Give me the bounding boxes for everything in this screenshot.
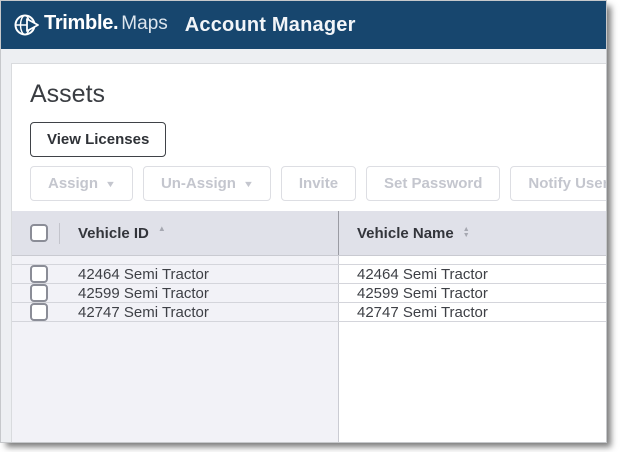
toolbar-button[interactable]: Assign ▼ [30, 166, 133, 201]
column-header-vehicle-name[interactable]: Vehicle Name ▲ ▼ [339, 211, 606, 255]
brand-logo[interactable]: Trimble. Maps [13, 12, 168, 38]
table-row: 42464 Semi Tractor 42464 Semi Tractor [12, 265, 606, 284]
partially-scrolled-row [12, 256, 606, 265]
toolbar: Assign ▼ Un-Assign ▼ Invite Set Password… [30, 166, 606, 201]
top-navbar: Trimble. Maps Account Manager [1, 1, 606, 49]
trimble-globe-icon [13, 12, 39, 38]
row-checkbox[interactable] [30, 265, 48, 283]
assets-card: Assets View Licenses Assign ▼ Un-Assign … [11, 63, 606, 442]
caret-down-icon: ▼ [104, 178, 117, 189]
screen: Trimble. Maps Account Manager Assets Vie… [0, 0, 628, 452]
row-checkbox-cell [12, 284, 60, 302]
vehicle-id-cell: 42747 Semi Tractor [60, 303, 339, 321]
toolbar-button-label: Un-Assign [160, 175, 236, 192]
toolbar-button[interactable]: Notify Users [510, 166, 606, 201]
caret-down-icon: ▼ [242, 178, 254, 189]
select-all-checkbox[interactable] [30, 224, 48, 242]
sort-unsorted-icon: ▲ ▼ [462, 226, 470, 239]
table-row: 42599 Semi Tractor 42599 Semi Tractor [12, 284, 606, 303]
table-header-row: Vehicle ID ▲ Vehicle Name ▲ ▼ [12, 211, 606, 256]
view-licenses-button[interactable]: View Licenses [30, 122, 167, 157]
toolbar-button[interactable]: Set Password [366, 166, 501, 201]
row-checkbox-cell [12, 265, 60, 283]
toolbar-button[interactable]: Invite [280, 166, 357, 201]
sort-ascending-icon: ▲ [157, 223, 166, 233]
vehicle-name-cell: 42747 Semi Tractor [339, 303, 606, 321]
table-bottom-filler [12, 322, 606, 442]
row-checkbox[interactable] [30, 284, 48, 302]
page-title: Assets [30, 80, 106, 108]
row-checkbox-cell [12, 303, 60, 321]
vehicle-id-cell: 42464 Semi Tractor [60, 265, 339, 283]
table-body: 42464 Semi Tractor 42464 Semi Tractor 42… [12, 265, 606, 322]
toolbar-button[interactable]: Un-Assign ▼ [142, 166, 271, 201]
brand-suffix: Maps [121, 13, 168, 34]
app-window: Trimble. Maps Account Manager Assets Vie… [0, 0, 607, 443]
vehicle-name-cell: 42464 Semi Tractor [339, 265, 606, 283]
toolbar-button-label: Invite [298, 175, 339, 192]
page-body: Assets View Licenses Assign ▼ Un-Assign … [1, 49, 606, 442]
assets-table: Vehicle ID ▲ Vehicle Name ▲ ▼ 42464 Semi… [12, 211, 606, 442]
table-row: 42747 Semi Tractor 42747 Semi Tractor [12, 303, 606, 322]
brand-name: Trimble. [44, 12, 119, 34]
row-checkbox[interactable] [30, 303, 48, 321]
vehicle-id-header-label: Vehicle ID [78, 224, 149, 242]
toolbar-button-label: Assign [48, 175, 99, 192]
vehicle-name-header-label: Vehicle Name [357, 224, 454, 242]
app-title: Account Manager [184, 13, 356, 36]
column-header-vehicle-id[interactable]: Vehicle ID ▲ [60, 211, 339, 255]
vehicle-id-cell: 42599 Semi Tractor [60, 284, 339, 302]
toolbar-button-label: Set Password [384, 175, 483, 192]
toolbar-button-label: Notify Users [528, 175, 606, 192]
vehicle-name-cell: 42599 Semi Tractor [339, 284, 606, 302]
select-all-header-cell [12, 211, 60, 255]
